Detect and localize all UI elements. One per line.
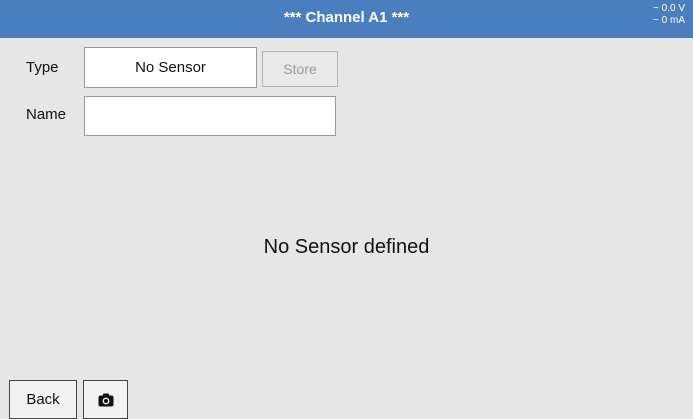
back-button[interactable]: Back (9, 380, 77, 419)
name-field[interactable] (84, 96, 336, 136)
type-select[interactable]: No Sensor (84, 47, 257, 88)
voltage-readout: ~ 0.0 V (653, 3, 685, 14)
store-button[interactable]: Store (262, 51, 338, 87)
title-bar: *** Channel A1 *** ~ 0.0 V ~ 0 mA (0, 0, 693, 38)
current-readout: ~ 0 mA (653, 15, 685, 26)
page-title: *** Channel A1 *** (283, 9, 410, 26)
type-label: Type (26, 59, 59, 76)
signal-readout: ~ 0.0 V ~ 0 mA (653, 3, 685, 27)
camera-icon (98, 393, 114, 407)
screenshot-button[interactable] (83, 380, 128, 419)
name-label: Name (26, 106, 67, 123)
no-sensor-message: No Sensor defined (263, 236, 430, 258)
